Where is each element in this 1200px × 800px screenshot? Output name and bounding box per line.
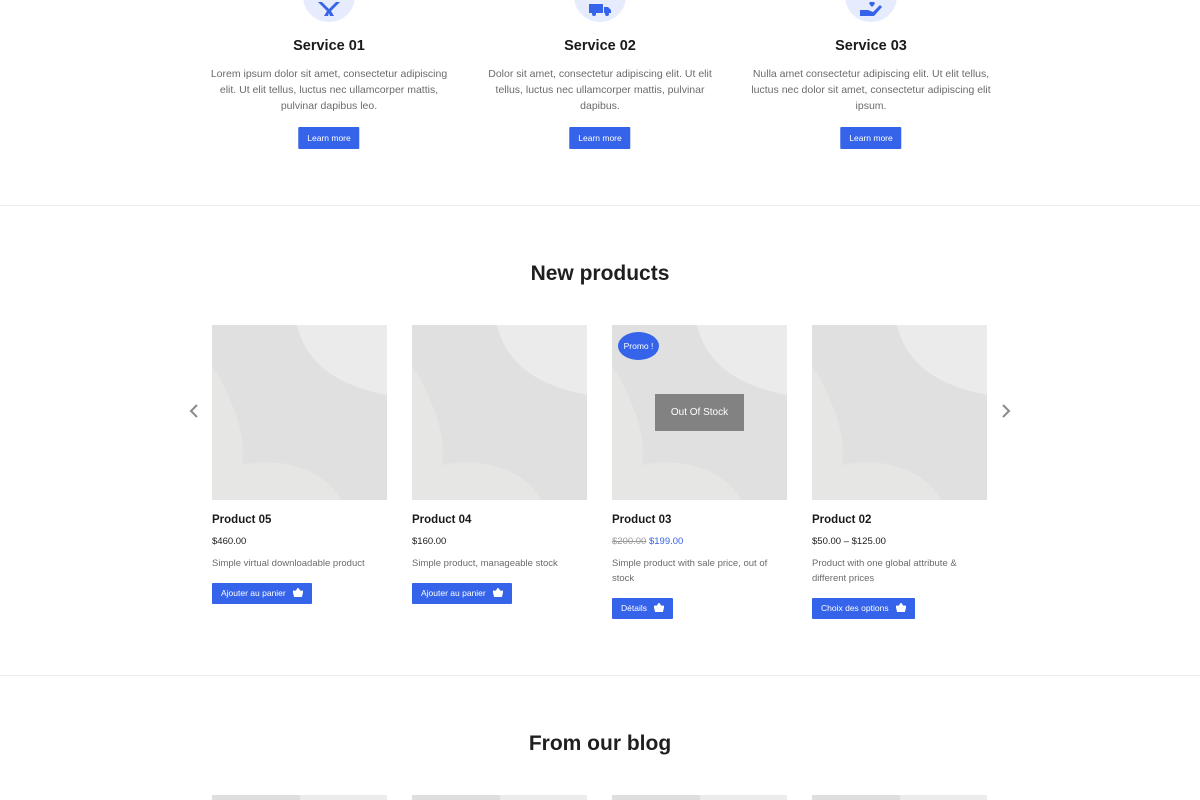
basket-icon bbox=[492, 588, 503, 598]
delivery-truck-icon bbox=[574, 0, 626, 22]
product-price: $160.00 bbox=[412, 536, 447, 547]
carousel-prev-arrow-icon[interactable] bbox=[187, 403, 201, 419]
service-description: Lorem ipsum dolor sit amet, consectetur … bbox=[210, 68, 448, 112]
hand-heart-icon bbox=[845, 0, 897, 22]
section-title: New products bbox=[530, 262, 670, 285]
button-label: Ajouter au panier bbox=[221, 588, 286, 598]
product-image-placeholder[interactable]: Promo ! Out Of Stock bbox=[612, 325, 787, 500]
product-name[interactable]: Product 05 bbox=[212, 514, 271, 526]
basket-icon bbox=[895, 603, 906, 613]
service-description: Nulla amet consectetur adipiscing elit. … bbox=[751, 68, 991, 112]
product-image-placeholder[interactable] bbox=[412, 325, 587, 500]
basket-icon bbox=[653, 603, 664, 613]
product-description: Simple product, manageable stock bbox=[412, 558, 558, 569]
product-card[interactable]: Product 05 $460.00 Simple virtual downlo… bbox=[212, 325, 387, 604]
carousel-next-arrow-icon[interactable] bbox=[999, 403, 1013, 419]
product-image-placeholder[interactable] bbox=[812, 325, 987, 500]
button-label: Ajouter au panier bbox=[421, 588, 486, 598]
button-label: Détails bbox=[621, 603, 647, 613]
section-title: From our blog bbox=[528, 732, 672, 755]
service-description: Dolor sit amet, consectetur adipiscing e… bbox=[488, 68, 712, 112]
blog-post-thumbnail[interactable] bbox=[212, 795, 387, 800]
promo-badge: Promo ! bbox=[618, 332, 659, 360]
learn-more-button[interactable]: Learn more bbox=[840, 127, 902, 149]
learn-more-button[interactable]: Learn more bbox=[569, 127, 631, 149]
button-label: Choix des options bbox=[821, 603, 889, 613]
blog-post-thumbnail[interactable] bbox=[612, 795, 787, 800]
product-name[interactable]: Product 04 bbox=[412, 514, 471, 526]
sale-price: $199.00 bbox=[648, 536, 684, 547]
service-title: Service 03 bbox=[835, 38, 907, 54]
new-products-section: New products Product 05 $460.00 Simple v… bbox=[0, 206, 1200, 676]
product-price: $50.00 – $125.00 bbox=[812, 536, 886, 547]
tools-icon bbox=[303, 0, 355, 22]
details-button[interactable]: Détails bbox=[612, 598, 673, 619]
product-description: Product with one global attribute & diff… bbox=[812, 558, 957, 584]
service-title: Service 02 bbox=[564, 38, 636, 54]
old-price: $200.00 bbox=[612, 536, 647, 547]
product-card[interactable]: Promo ! Out Of Stock Product 03 $200.00 … bbox=[612, 325, 787, 619]
learn-more-button[interactable]: Learn more bbox=[298, 127, 360, 149]
select-options-button[interactable]: Choix des options bbox=[812, 598, 915, 619]
add-to-cart-button[interactable]: Ajouter au panier bbox=[212, 583, 312, 604]
blog-post-thumbnail[interactable] bbox=[812, 795, 987, 800]
blog-post-thumbnail[interactable] bbox=[412, 795, 587, 800]
product-card[interactable]: Product 02 $50.00 – $125.00 Product with… bbox=[812, 325, 987, 619]
product-card[interactable]: Product 04 $160.00 Simple product, manag… bbox=[412, 325, 587, 604]
product-description: Simple product with sale price, out of s… bbox=[612, 558, 768, 584]
service-title: Service 01 bbox=[293, 38, 365, 54]
out-of-stock-overlay: Out Of Stock bbox=[655, 394, 744, 431]
product-image-placeholder[interactable] bbox=[212, 325, 387, 500]
add-to-cart-button[interactable]: Ajouter au panier bbox=[412, 583, 512, 604]
blog-section: From our blog bbox=[0, 676, 1200, 800]
product-description: Simple virtual downloadable product bbox=[212, 558, 365, 569]
basket-icon bbox=[292, 588, 303, 598]
services-section: Service 01 Lorem ipsum dolor sit amet, c… bbox=[0, 0, 1200, 206]
product-price: $200.00 $199.00 bbox=[612, 536, 683, 547]
product-name[interactable]: Product 03 bbox=[612, 514, 671, 526]
product-name[interactable]: Product 02 bbox=[812, 514, 871, 526]
product-price: $460.00 bbox=[212, 536, 247, 547]
